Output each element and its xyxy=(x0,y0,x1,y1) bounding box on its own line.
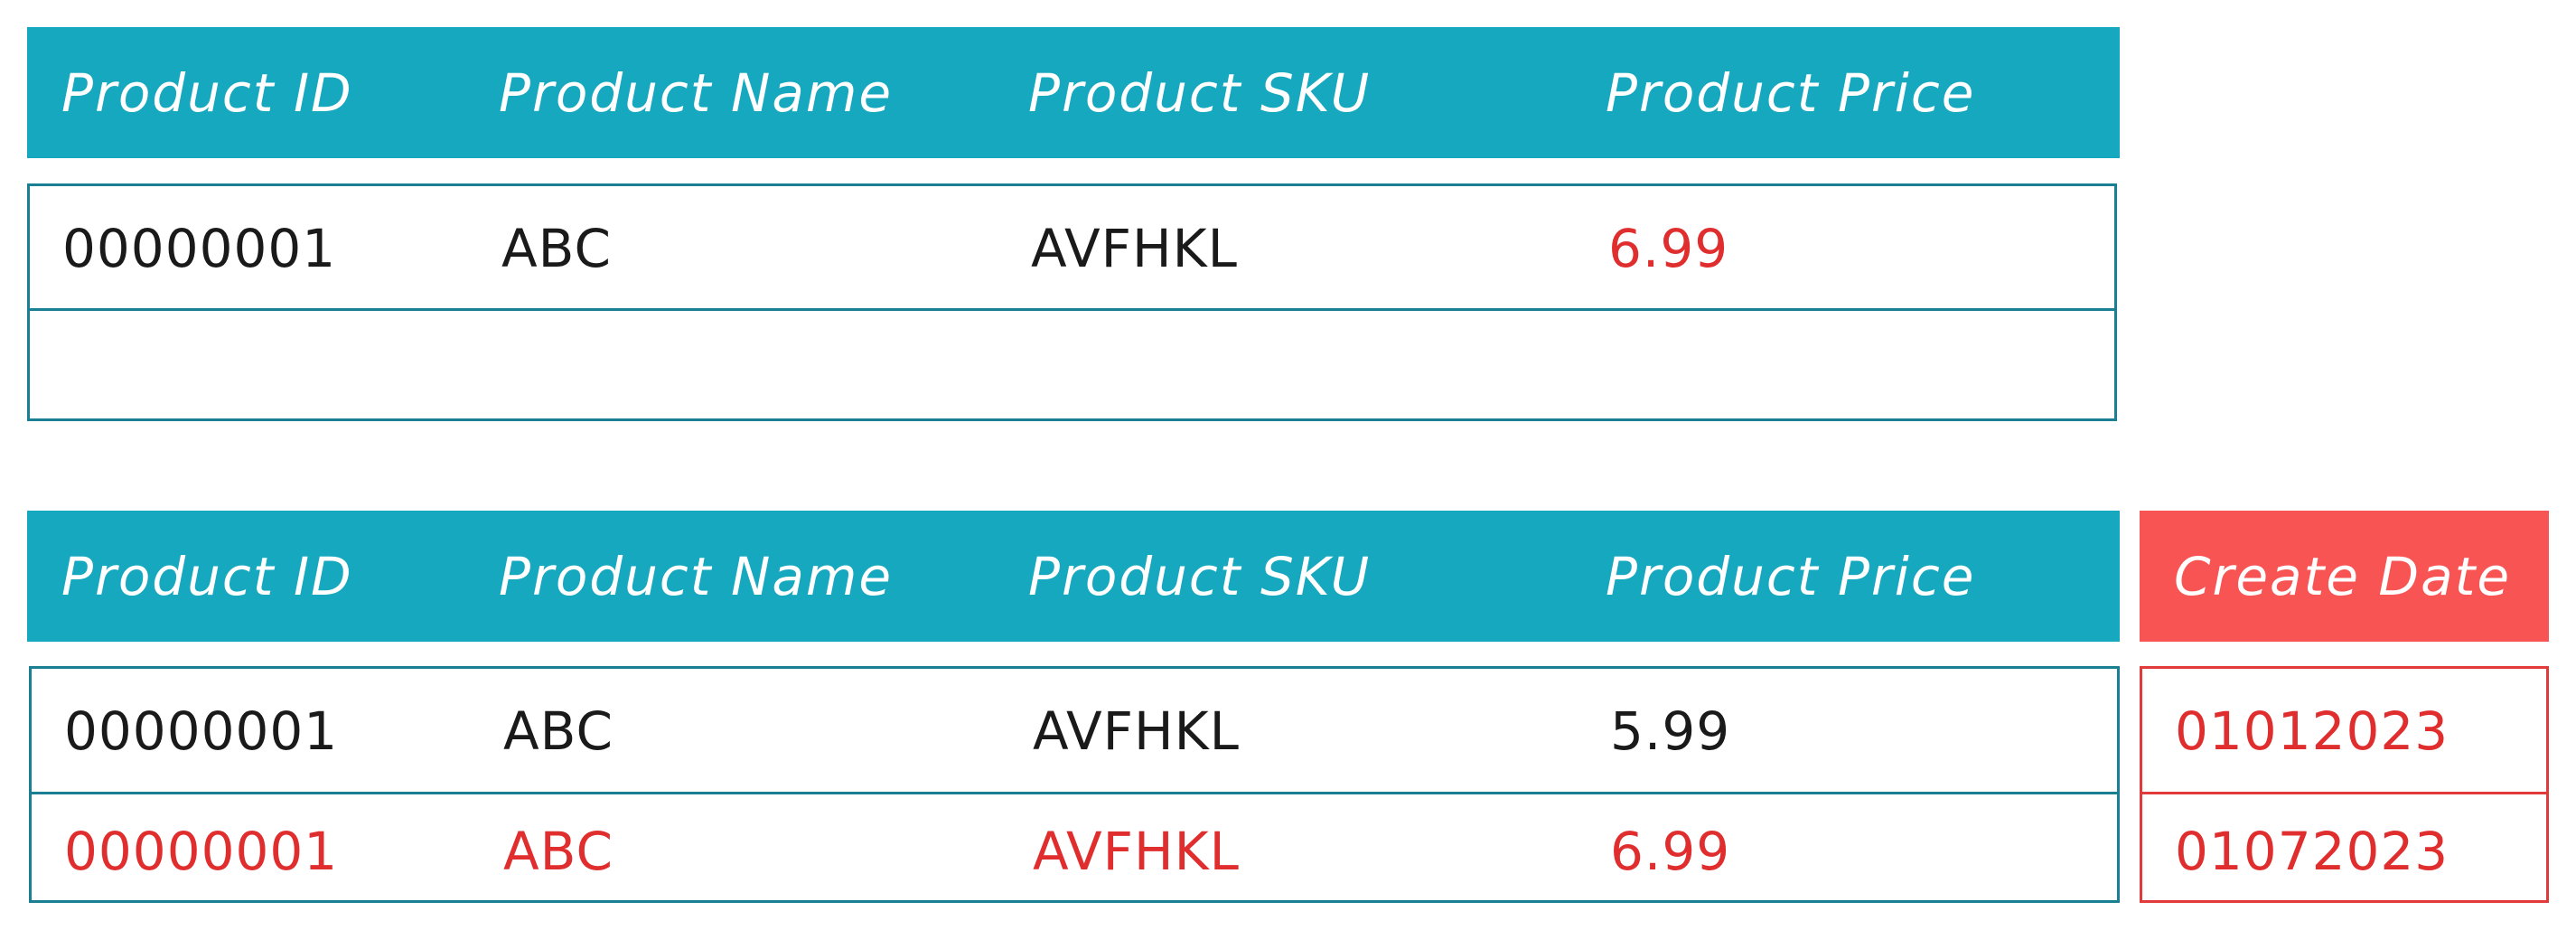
table2-header-create-date: Create Date xyxy=(2140,511,2549,642)
table1-header-product-price: Product Price xyxy=(1606,62,1976,124)
table2-header-product-id: Product ID xyxy=(61,546,353,607)
table-row-empty xyxy=(30,311,2114,418)
table1-row1-product-id: 00000001 xyxy=(62,218,337,279)
table1-header-product-id: Product ID xyxy=(61,62,353,124)
table2-row2-product-name: ABC xyxy=(503,821,614,882)
table2-header: Product ID Product Name Product SKU Prod… xyxy=(27,511,2120,642)
table1-header-product-sku: Product SKU xyxy=(1028,62,1372,124)
table2-row2-create-date: 01072023 xyxy=(2175,821,2450,882)
table2-body: 00000001 ABC AVFHKL 5.99 00000001 ABC AV… xyxy=(29,666,2120,903)
table-row: 01012023 xyxy=(2142,669,2546,792)
table2-row1-product-sku: AVFHKL xyxy=(1033,700,1240,762)
table2-row1-product-price: 5.99 xyxy=(1610,700,1731,762)
table1-header: Product ID Product Name Product SKU Prod… xyxy=(27,27,2120,158)
table1-body: 00000001 ABC AVFHKL 6.99 xyxy=(27,183,2117,421)
table2-row2-product-sku: AVFHKL xyxy=(1033,821,1240,882)
table2-header-product-name: Product Name xyxy=(499,546,894,607)
table-row: 00000001 ABC AVFHKL 5.99 xyxy=(32,669,2117,792)
table1-row1-product-name: ABC xyxy=(501,218,612,279)
table2-row2-product-id: 00000001 xyxy=(64,821,339,882)
table2-row1-product-name: ABC xyxy=(503,700,614,762)
table-row: 01072023 xyxy=(2142,794,2546,900)
table2-header-product-price: Product Price xyxy=(1606,546,1976,607)
table1-header-product-name: Product Name xyxy=(499,62,894,124)
table2-row1-product-id: 00000001 xyxy=(64,700,339,762)
table2-create-date-body: 01012023 01072023 xyxy=(2140,666,2549,903)
table2-row1-create-date: 01012023 xyxy=(2175,700,2450,762)
create-date-header-label: Create Date xyxy=(2174,546,2512,607)
table2-header-product-sku: Product SKU xyxy=(1028,546,1372,607)
table2-row2-product-price: 6.99 xyxy=(1610,821,1731,882)
table1-row1-product-price: 6.99 xyxy=(1608,218,1729,279)
table-row: 00000001 ABC AVFHKL 6.99 xyxy=(30,186,2114,308)
table-row: 00000001 ABC AVFHKL 6.99 xyxy=(32,794,2117,900)
table1-row1-product-sku: AVFHKL xyxy=(1031,218,1238,279)
